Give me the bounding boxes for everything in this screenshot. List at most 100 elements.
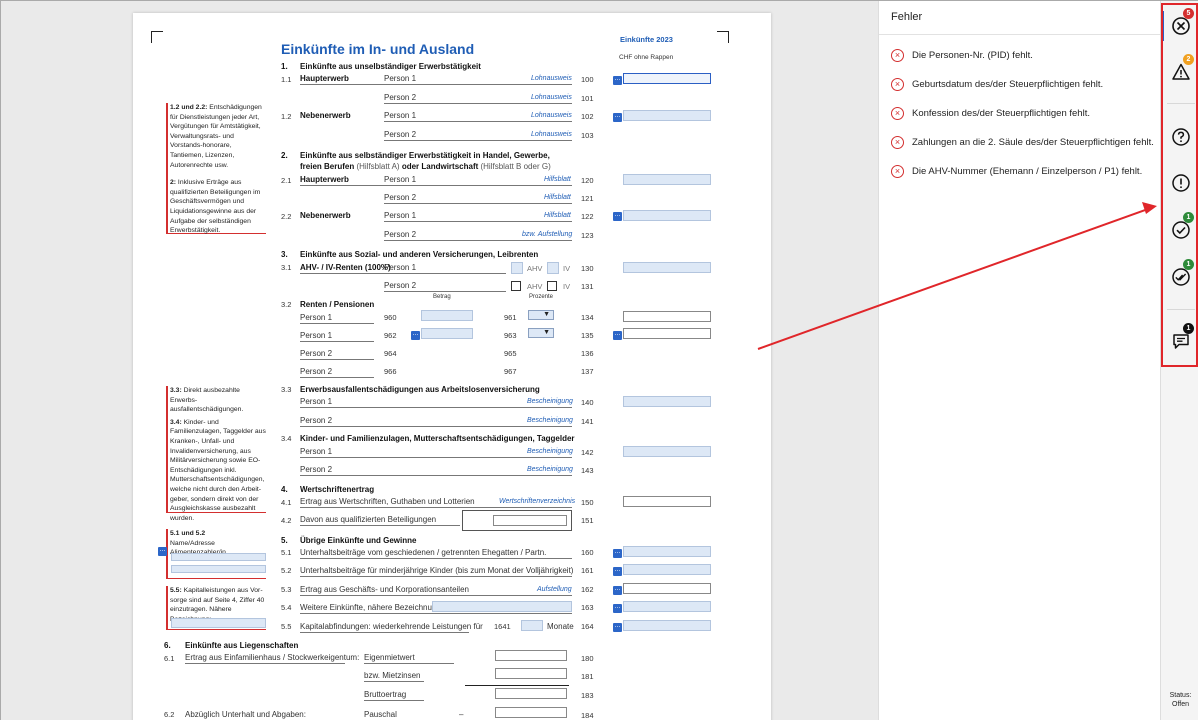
input-162[interactable] bbox=[623, 583, 711, 594]
error-item[interactable]: × Zahlungen an die 2. Säule des/der Steue… bbox=[891, 134, 1154, 150]
row-3-1-person-1: Person 1 bbox=[384, 263, 417, 272]
ahv-checkbox-person-2[interactable] bbox=[511, 281, 521, 291]
more-button[interactable]: ... bbox=[613, 330, 622, 340]
code-122: 122 bbox=[581, 212, 594, 221]
code-160: 160 bbox=[581, 548, 594, 557]
row-3-2-label: Renten / Pensionen bbox=[300, 300, 375, 309]
row-3-3-bescheinigung-link-2[interactable]: Bescheinigung bbox=[527, 417, 573, 424]
row-1-2-person-1: Person 1 bbox=[384, 111, 417, 120]
code-180: 180 bbox=[581, 654, 594, 663]
percent-select-961[interactable]: ▼ bbox=[528, 310, 554, 320]
error-panel: Fehler × Die Personen-Nr. (PID) fehlt. × G… bbox=[878, 1, 1161, 720]
section-6-number: 6. bbox=[164, 641, 171, 650]
input-163[interactable] bbox=[623, 601, 711, 612]
input-151[interactable] bbox=[493, 515, 567, 526]
input-bruttoertrag[interactable] bbox=[495, 688, 567, 699]
form-year: Einkünfte 2023 bbox=[620, 35, 673, 44]
code-965: 965 bbox=[504, 349, 517, 358]
crop-mark-top-left bbox=[151, 31, 163, 43]
row-1-1-lohnausweis-link-2[interactable]: Lohnausweis bbox=[531, 94, 572, 101]
iv-checkbox-person-2[interactable] bbox=[547, 281, 557, 291]
row-2-1-hilfsblatt-link-2[interactable]: Hilfsblatt bbox=[544, 194, 571, 201]
row-3-4-bescheinigung-link[interactable]: Bescheinigung bbox=[527, 448, 573, 455]
code-137: 137 bbox=[581, 367, 594, 376]
iv-checkbox-person-1[interactable] bbox=[547, 262, 559, 274]
more-button[interactable]: ... bbox=[411, 330, 420, 340]
more-button[interactable]: ... bbox=[613, 622, 622, 632]
input-alimentenzahler-name[interactable] bbox=[171, 553, 266, 561]
ahv-label-2: AHV bbox=[527, 282, 543, 291]
input-140[interactable] bbox=[623, 396, 711, 407]
row-4-1-label: Ertrag aus Wertschriften, Guthaben und L… bbox=[300, 497, 475, 506]
input-120[interactable] bbox=[623, 174, 711, 185]
row-3-1-person-2: Person 2 bbox=[384, 281, 417, 290]
ahv-checkbox-person-1[interactable] bbox=[511, 262, 523, 274]
row-2-2-label: Nebenerwerb bbox=[300, 211, 351, 220]
section-4-number: 4. bbox=[281, 485, 288, 494]
row-5-3-label: Ertrag aus Geschäfts- und Korporationsan… bbox=[300, 585, 469, 594]
error-item[interactable]: × Geburtsdatum des/der Steuerpflichtigen … bbox=[891, 76, 1103, 92]
more-button[interactable]: ... bbox=[613, 211, 622, 221]
row-5-2-label: Unterhaltsbeiträge für minderjährige Kin… bbox=[300, 566, 574, 575]
code-184: 184 bbox=[581, 711, 594, 720]
row-5-2-number: 5.2 bbox=[281, 566, 292, 575]
section-2-subtitle: freien Berufen (Hilfsblatt A) oder Landw… bbox=[300, 162, 551, 171]
row-2-2-aufstellung-link[interactable]: bzw. Aufstellung bbox=[522, 231, 572, 238]
percent-select-963[interactable]: ▼ bbox=[528, 328, 554, 338]
input-962[interactable] bbox=[421, 328, 473, 339]
input-142[interactable] bbox=[623, 446, 711, 457]
more-button[interactable]: ... bbox=[158, 546, 167, 556]
input-5-4-bezeichnung[interactable] bbox=[432, 601, 572, 612]
error-item[interactable]: × Konfession des/der Steuerpflichtigen fe… bbox=[891, 105, 1090, 121]
code-964: 964 bbox=[384, 349, 397, 358]
row-1-2-label: Nebenerwerb bbox=[300, 111, 351, 120]
row-2-2-hilfsblatt-link[interactable]: Hilfsblatt bbox=[544, 212, 571, 219]
error-icon: × bbox=[891, 106, 904, 120]
input-alimentenzahler-adresse[interactable] bbox=[171, 565, 266, 573]
row-3-4-bescheinigung-link-2[interactable]: Bescheinigung bbox=[527, 466, 573, 473]
document-canvas[interactable]: Einkünfte im In- und Ausland Einkünfte 2… bbox=[1, 1, 878, 720]
crop-mark-top-right bbox=[717, 31, 729, 43]
code-141: 141 bbox=[581, 417, 594, 426]
input-135[interactable] bbox=[623, 328, 711, 339]
row-2-1-hilfsblatt-link[interactable]: Hilfsblatt bbox=[544, 176, 571, 183]
input-960[interactable] bbox=[421, 310, 473, 321]
more-button[interactable]: ... bbox=[613, 585, 622, 595]
monate-label: Monate bbox=[547, 622, 574, 631]
code-130: 130 bbox=[581, 264, 594, 273]
input-eigenmietwert[interactable] bbox=[495, 650, 567, 661]
row-3-3-bescheinigung-link[interactable]: Bescheinigung bbox=[527, 398, 573, 405]
error-item[interactable]: × Die Personen-Nr. (PID) fehlt. bbox=[891, 47, 1033, 63]
input-mietzinsen[interactable] bbox=[495, 668, 567, 679]
note-5-5: 5.5: Kapitalleistungen aus Vor-sorge sin… bbox=[166, 586, 266, 630]
input-164[interactable] bbox=[623, 620, 711, 631]
aufstellung-link[interactable]: Aufstellung bbox=[537, 586, 572, 593]
input-102[interactable] bbox=[623, 110, 711, 121]
row-1-1-lohnausweis-link[interactable]: Lohnausweis bbox=[531, 75, 572, 82]
input-130[interactable] bbox=[623, 262, 711, 273]
more-button[interactable]: ... bbox=[613, 603, 622, 613]
code-961: 961 bbox=[504, 313, 517, 322]
row-1-2-lohnausweis-link-2[interactable]: Lohnausweis bbox=[531, 131, 572, 138]
code-162: 162 bbox=[581, 585, 594, 594]
input-kapitalleistungen-bezeichnung[interactable] bbox=[171, 618, 266, 628]
input-161[interactable] bbox=[623, 564, 711, 575]
input-122[interactable] bbox=[623, 210, 711, 221]
more-button[interactable]: ... bbox=[613, 566, 622, 576]
row-5-1-label: Unterhaltsbeiträge vom geschiedenen / ge… bbox=[300, 548, 547, 557]
input-160[interactable] bbox=[623, 546, 711, 557]
input-150[interactable] bbox=[623, 496, 711, 507]
more-button[interactable]: ... bbox=[613, 548, 622, 558]
row-6-2-label: Abzüglich Unterhalt und Abgaben: bbox=[185, 710, 306, 719]
wertschriftenverzeichnis-link[interactable]: Wertschriftenverzeichnis bbox=[499, 498, 575, 505]
input-134[interactable] bbox=[623, 311, 711, 322]
row-1-2-lohnausweis-link[interactable]: Lohnausweis bbox=[531, 112, 572, 119]
input-100[interactable] bbox=[623, 73, 711, 84]
input-1641[interactable] bbox=[521, 620, 543, 631]
more-button[interactable]: ... bbox=[613, 112, 622, 122]
code-143: 143 bbox=[581, 466, 594, 475]
input-pauschal[interactable] bbox=[495, 707, 567, 718]
error-item[interactable]: × Die AHV-Nummer (Ehemann / Einzelperson … bbox=[891, 163, 1142, 179]
more-button[interactable]: ... bbox=[613, 75, 622, 85]
row-1-2-number: 1.2 bbox=[281, 112, 292, 121]
